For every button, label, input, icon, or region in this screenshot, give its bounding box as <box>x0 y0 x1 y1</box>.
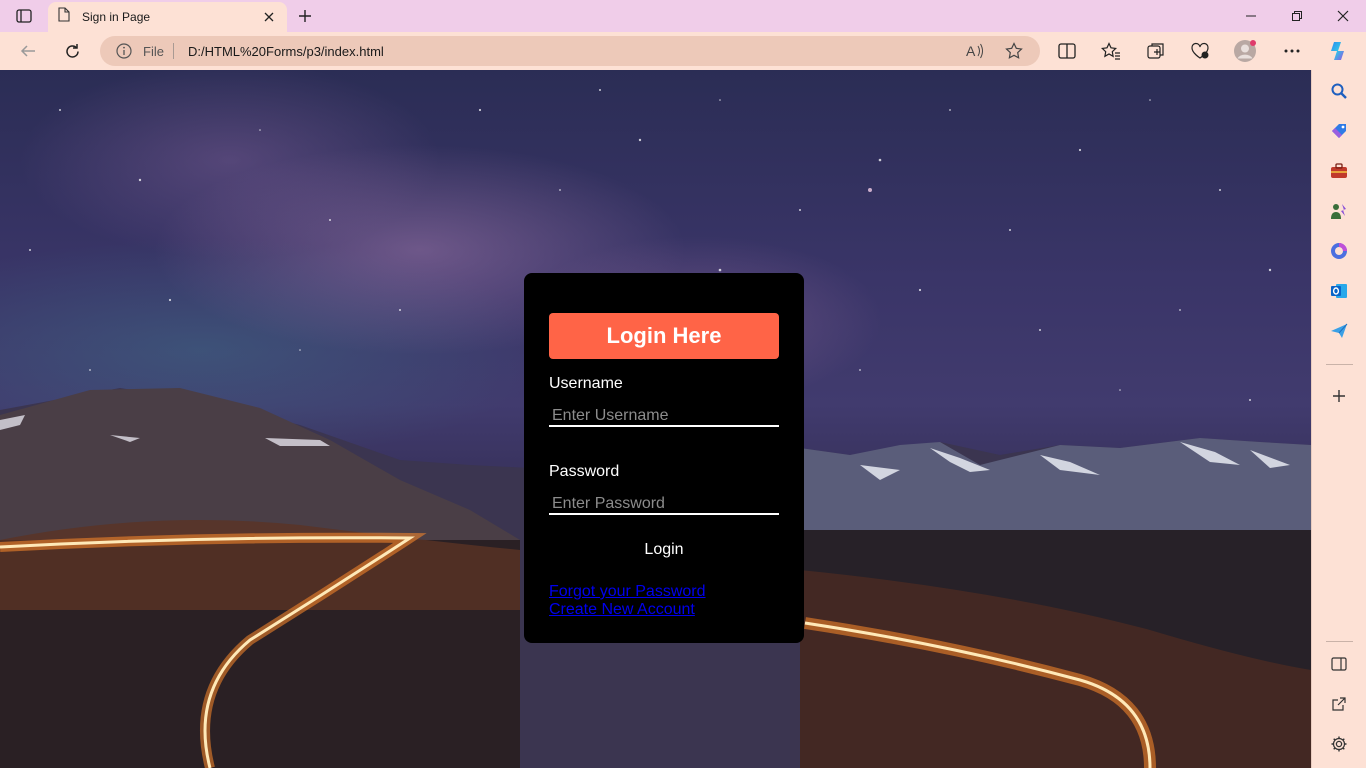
outlook-icon[interactable] <box>1326 278 1352 304</box>
copilot-icon[interactable] <box>1324 36 1354 66</box>
login-button[interactable]: Login <box>549 539 779 561</box>
back-arrow-icon[interactable] <box>13 36 43 66</box>
create-account-link[interactable]: Create New Account <box>549 601 695 619</box>
shopping-tag-icon[interactable] <box>1326 118 1352 144</box>
password-input[interactable] <box>549 495 779 515</box>
settings-icon[interactable] <box>1326 731 1352 757</box>
collections-icon[interactable] <box>1141 36 1171 66</box>
new-tab-icon[interactable] <box>294 6 316 26</box>
forgot-password-link[interactable]: Forgot your Password <box>549 583 706 601</box>
close-tab-icon[interactable] <box>261 9 277 25</box>
title-bar: Sign in Page <box>0 0 1366 32</box>
browser-tab[interactable]: Sign in Page <box>48 2 287 32</box>
restore-icon[interactable] <box>1274 0 1320 32</box>
username-label: Username <box>549 375 623 392</box>
copilot-app-icon[interactable] <box>1326 238 1352 264</box>
close-window-icon[interactable] <box>1320 0 1366 32</box>
refresh-icon[interactable] <box>57 36 87 66</box>
password-label: Password <box>549 463 620 480</box>
page-icon <box>58 7 70 27</box>
sidebar-divider <box>1326 641 1353 642</box>
login-card: Login Here Username Password Login Forgo… <box>524 273 804 643</box>
tab-actions-icon[interactable] <box>10 6 38 26</box>
login-heading: Login Here <box>549 313 779 359</box>
omnibox[interactable]: File D:/HTML%20Forms/p3/index.html A <box>100 36 1040 66</box>
page-background-image: Login Here Username Password Login Forgo… <box>0 70 1311 768</box>
external-link-icon[interactable] <box>1326 691 1352 717</box>
sidebar-divider <box>1326 364 1353 365</box>
edge-sidebar <box>1311 70 1366 768</box>
username-input[interactable] <box>549 407 779 427</box>
address-bar: File D:/HTML%20Forms/p3/index.html A <box>0 32 1366 70</box>
add-icon[interactable] <box>1326 383 1352 409</box>
favorite-star-icon[interactable] <box>1005 42 1023 65</box>
minimize-icon[interactable] <box>1228 0 1274 32</box>
svg-text:A: A <box>966 43 976 59</box>
url-text[interactable]: D:/HTML%20Forms/p3/index.html <box>188 44 384 59</box>
profile-avatar-icon[interactable] <box>1230 36 1260 66</box>
split-screen-icon[interactable] <box>1052 36 1082 66</box>
search-icon[interactable] <box>1326 78 1352 104</box>
file-label: File <box>143 44 164 59</box>
read-aloud-icon[interactable]: A <box>966 43 984 64</box>
tools-icon[interactable] <box>1326 158 1352 184</box>
tab-title: Sign in Page <box>82 10 151 24</box>
split-panel-icon[interactable] <box>1326 651 1352 677</box>
more-options-icon[interactable] <box>1277 36 1307 66</box>
browser-essentials-icon[interactable] <box>1185 36 1215 66</box>
favorites-icon[interactable] <box>1096 36 1126 66</box>
games-icon[interactable] <box>1326 198 1352 224</box>
omnibox-divider <box>173 43 174 59</box>
info-icon[interactable] <box>116 43 132 59</box>
send-icon[interactable] <box>1326 318 1352 344</box>
